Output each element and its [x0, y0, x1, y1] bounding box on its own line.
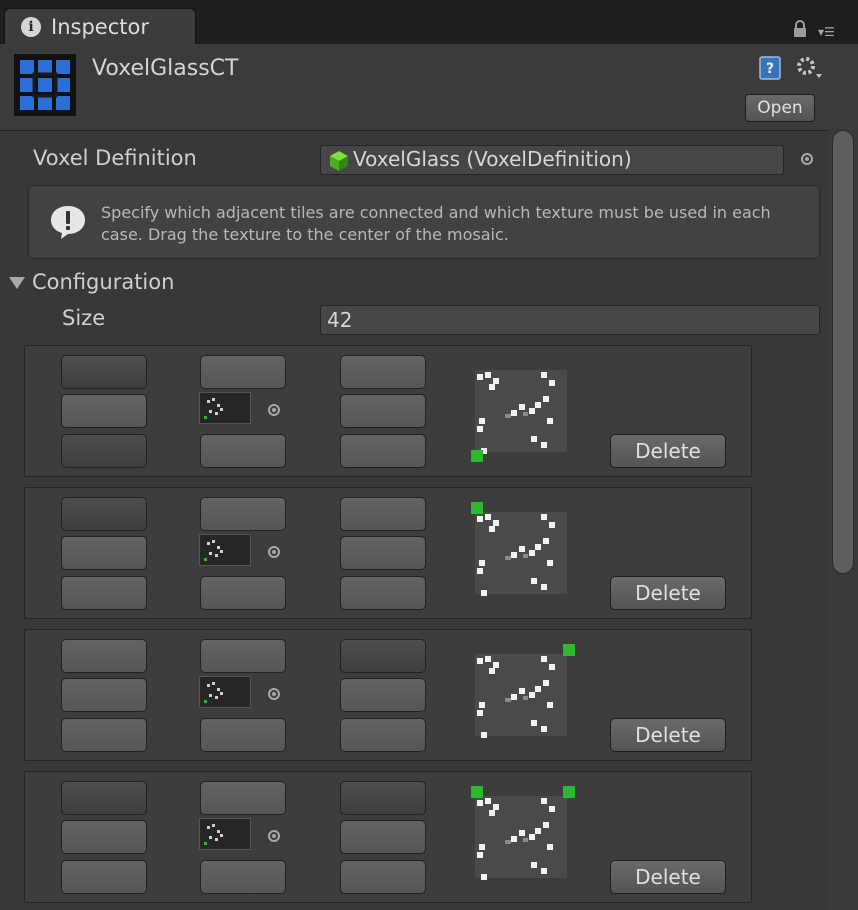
tile-preview — [471, 502, 567, 596]
configuration-label[interactable]: Configuration — [32, 270, 174, 294]
neighbor-toggle[interactable] — [340, 781, 426, 815]
delete-button[interactable]: Delete — [610, 434, 726, 468]
tab-label: Inspector — [51, 15, 149, 39]
tile-preview — [471, 786, 575, 880]
config-entry: w Delete — [24, 487, 752, 619]
open-button[interactable]: Open — [745, 94, 815, 122]
connection-marker — [471, 450, 483, 462]
texture-picker-icon[interactable] — [268, 404, 280, 416]
neighbor-toggle[interactable] — [61, 718, 147, 752]
voxel-definition-label: Voxel Definition — [33, 146, 197, 170]
tab-inspector[interactable]: i Inspector — [4, 8, 196, 44]
config-entry: w Delete — [24, 629, 752, 761]
neighbor-toggle[interactable] — [200, 639, 286, 673]
voxel-definition-field[interactable]: VoxelGlass (VoxelDefinition) — [320, 145, 784, 175]
neighbor-toggle[interactable] — [340, 434, 426, 468]
connection-marker — [563, 786, 575, 798]
configuration-foldout-icon[interactable] — [9, 277, 25, 289]
center-texture-slot[interactable]: w — [199, 818, 419, 850]
texture-picker-icon[interactable] — [268, 688, 280, 700]
neighbor-toggle[interactable] — [61, 434, 147, 468]
config-entry: w Delete — [24, 345, 752, 477]
delete-button[interactable]: Delete — [610, 576, 726, 610]
scrollbar-thumb[interactable] — [832, 130, 854, 574]
neighbor-toggle[interactable] — [340, 576, 426, 610]
neighbor-toggle[interactable] — [61, 820, 147, 854]
gear-icon[interactable] — [794, 54, 824, 82]
neighbor-toggle[interactable] — [340, 536, 426, 570]
delete-button[interactable]: Delete — [610, 860, 726, 894]
connection-marker — [471, 502, 483, 514]
voxel-definition-value: VoxelGlass (VoxelDefinition) — [353, 147, 632, 171]
neighbor-toggle[interactable] — [61, 781, 147, 815]
info-icon: i — [21, 17, 41, 37]
texture-picker-icon[interactable] — [268, 546, 280, 558]
neighbor-toggle[interactable] — [61, 355, 147, 389]
neighbor-toggle[interactable] — [61, 536, 147, 570]
help-text: Specify which adjacent tiles are connect… — [101, 203, 771, 244]
help-book-icon[interactable]: ? — [758, 56, 782, 80]
neighbor-toggle[interactable] — [200, 497, 286, 531]
tile-preview — [475, 644, 575, 738]
center-texture-slot[interactable]: w — [199, 676, 419, 708]
neighbor-toggle[interactable] — [340, 355, 426, 389]
asset-name: VoxelGlassCT — [92, 56, 239, 81]
svg-text:?: ? — [766, 61, 774, 77]
neighbor-toggle[interactable] — [340, 678, 426, 712]
glass-texture-thumbnail-icon — [204, 398, 223, 419]
glass-texture-thumbnail-icon — [204, 824, 223, 845]
neighbor-toggle[interactable] — [200, 781, 286, 815]
help-box: Specify which adjacent tiles are connect… — [28, 185, 820, 259]
neighbor-toggle[interactable] — [340, 497, 426, 531]
neighbor-toggle[interactable] — [61, 497, 147, 531]
neighbor-toggle[interactable] — [200, 718, 286, 752]
config-entry: w Delete — [24, 771, 752, 903]
connection-marker — [563, 644, 575, 656]
lock-icon[interactable] — [792, 20, 808, 38]
texture-picker-icon[interactable] — [268, 830, 280, 842]
delete-button[interactable]: Delete — [610, 718, 726, 752]
neighbor-toggle[interactable] — [61, 394, 147, 428]
neighbor-toggle[interactable] — [61, 639, 147, 673]
tab-menu-icon[interactable]: ▾☰ — [818, 24, 848, 40]
neighbor-toggle[interactable] — [340, 860, 426, 894]
neighbor-toggle[interactable] — [61, 678, 147, 712]
size-label: Size — [62, 306, 106, 330]
neighbor-toggle[interactable] — [200, 434, 286, 468]
info-bubble-icon — [51, 206, 85, 239]
neighbor-toggle[interactable] — [200, 576, 286, 610]
center-texture-slot[interactable]: w — [199, 534, 419, 566]
neighbor-toggle[interactable] — [340, 820, 426, 854]
tab-strip: i Inspector ▾☰ — [0, 0, 858, 44]
neighbor-toggle[interactable] — [200, 860, 286, 894]
object-picker-icon[interactable] — [801, 153, 813, 165]
connected-texture-asset-icon — [14, 54, 76, 116]
neighbor-toggle[interactable] — [61, 860, 147, 894]
tile-preview — [471, 370, 567, 462]
glass-texture-thumbnail-icon — [204, 540, 223, 561]
neighbor-toggle[interactable] — [340, 394, 426, 428]
neighbor-toggle[interactable] — [61, 576, 147, 610]
connection-marker — [471, 786, 483, 798]
inspector-header: VoxelGlassCT ? Open — [0, 44, 858, 131]
neighbor-toggle[interactable] — [200, 355, 286, 389]
neighbor-toggle[interactable] — [340, 639, 426, 673]
glass-texture-thumbnail-icon — [204, 682, 223, 703]
size-input[interactable]: 42 — [320, 305, 820, 335]
cube-icon — [330, 151, 348, 171]
neighbor-toggle[interactable] — [340, 718, 426, 752]
center-texture-slot[interactable]: w — [199, 392, 419, 424]
